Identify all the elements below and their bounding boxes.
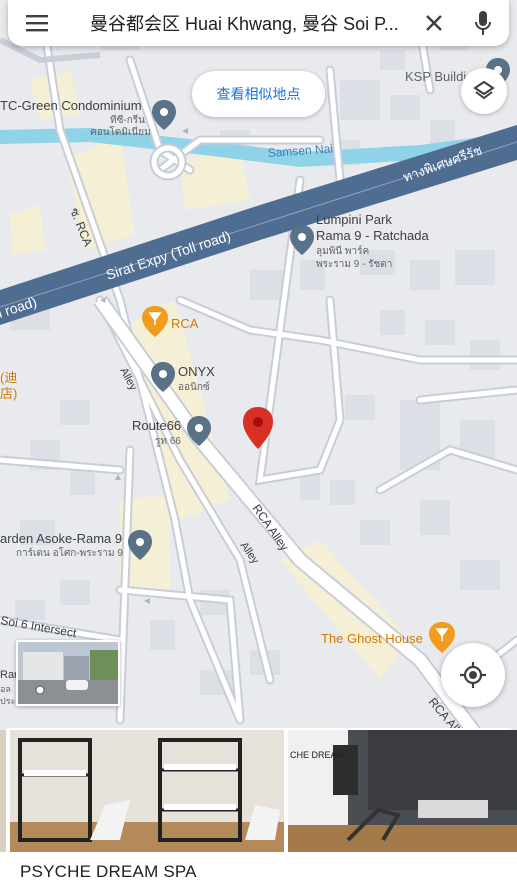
label-condo: TC-Green Condominium — [0, 98, 142, 113]
place-photo[interactable]: CHE DREAM — [288, 730, 517, 852]
close-icon[interactable] — [411, 0, 457, 46]
place-photo[interactable] — [0, 730, 6, 852]
layers-icon — [473, 80, 495, 100]
similar-places-button[interactable]: 查看相似地点 — [192, 71, 325, 117]
svg-text:CHE DREAM: CHE DREAM — [290, 750, 344, 760]
label-rca-poi: RCA — [171, 316, 199, 331]
place-card[interactable]: CHE DREAM PSYCHE DREAM SPA — [0, 728, 517, 880]
street-view-thumbnail[interactable] — [16, 640, 120, 706]
label-route66: Route66 — [132, 418, 181, 433]
place-photos[interactable]: CHE DREAM — [0, 730, 517, 852]
label-left-cn2: 店) — [0, 386, 17, 401]
search-query-text[interactable]: 曼谷都会区 Huai Khwang, 曼谷 Soi P... — [66, 10, 411, 36]
crosshair-icon — [460, 662, 486, 688]
label-ran2: อล — [0, 684, 11, 694]
label-condo-th2: คอนโดมิเนียม — [90, 125, 151, 138]
label-ghost: The Ghost House — [321, 631, 423, 646]
label-left-cn1: (迪 — [0, 370, 17, 385]
label-garden-th: การ์เดน อโศก-พระราม 9 — [16, 546, 123, 559]
place-photo[interactable] — [10, 730, 284, 852]
label-lumpini2: Rama 9 - Ratchada — [316, 228, 429, 243]
search-bar[interactable]: 曼谷都会区 Huai Khwang, 曼谷 Soi P... — [8, 0, 509, 46]
label-lumpini1: Lumpini Park — [316, 212, 392, 227]
label-garden: arden Asoke-Rama 9 — [0, 531, 122, 546]
menu-icon[interactable] — [8, 0, 66, 46]
label-route66-th: รูท 66 — [155, 436, 181, 447]
layers-button[interactable] — [461, 68, 507, 114]
mic-icon[interactable] — [457, 0, 509, 46]
label-ksp: KSP Buildi — [405, 69, 466, 84]
label-ran3: ประ — [0, 696, 16, 706]
label-lumpini-th2: พระราม 9 - รัชดา — [316, 259, 392, 270]
label-lumpini-th1: ลุมพินี พาร์ค — [316, 245, 369, 257]
place-name[interactable]: PSYCHE DREAM SPA — [20, 862, 197, 880]
label-onyx: ONYX — [178, 364, 215, 379]
label-condo-th: ทีซี-กรีน — [110, 114, 145, 126]
my-location-button[interactable] — [441, 643, 505, 707]
label-onyx-th: ออนิกซ์ — [178, 381, 210, 393]
